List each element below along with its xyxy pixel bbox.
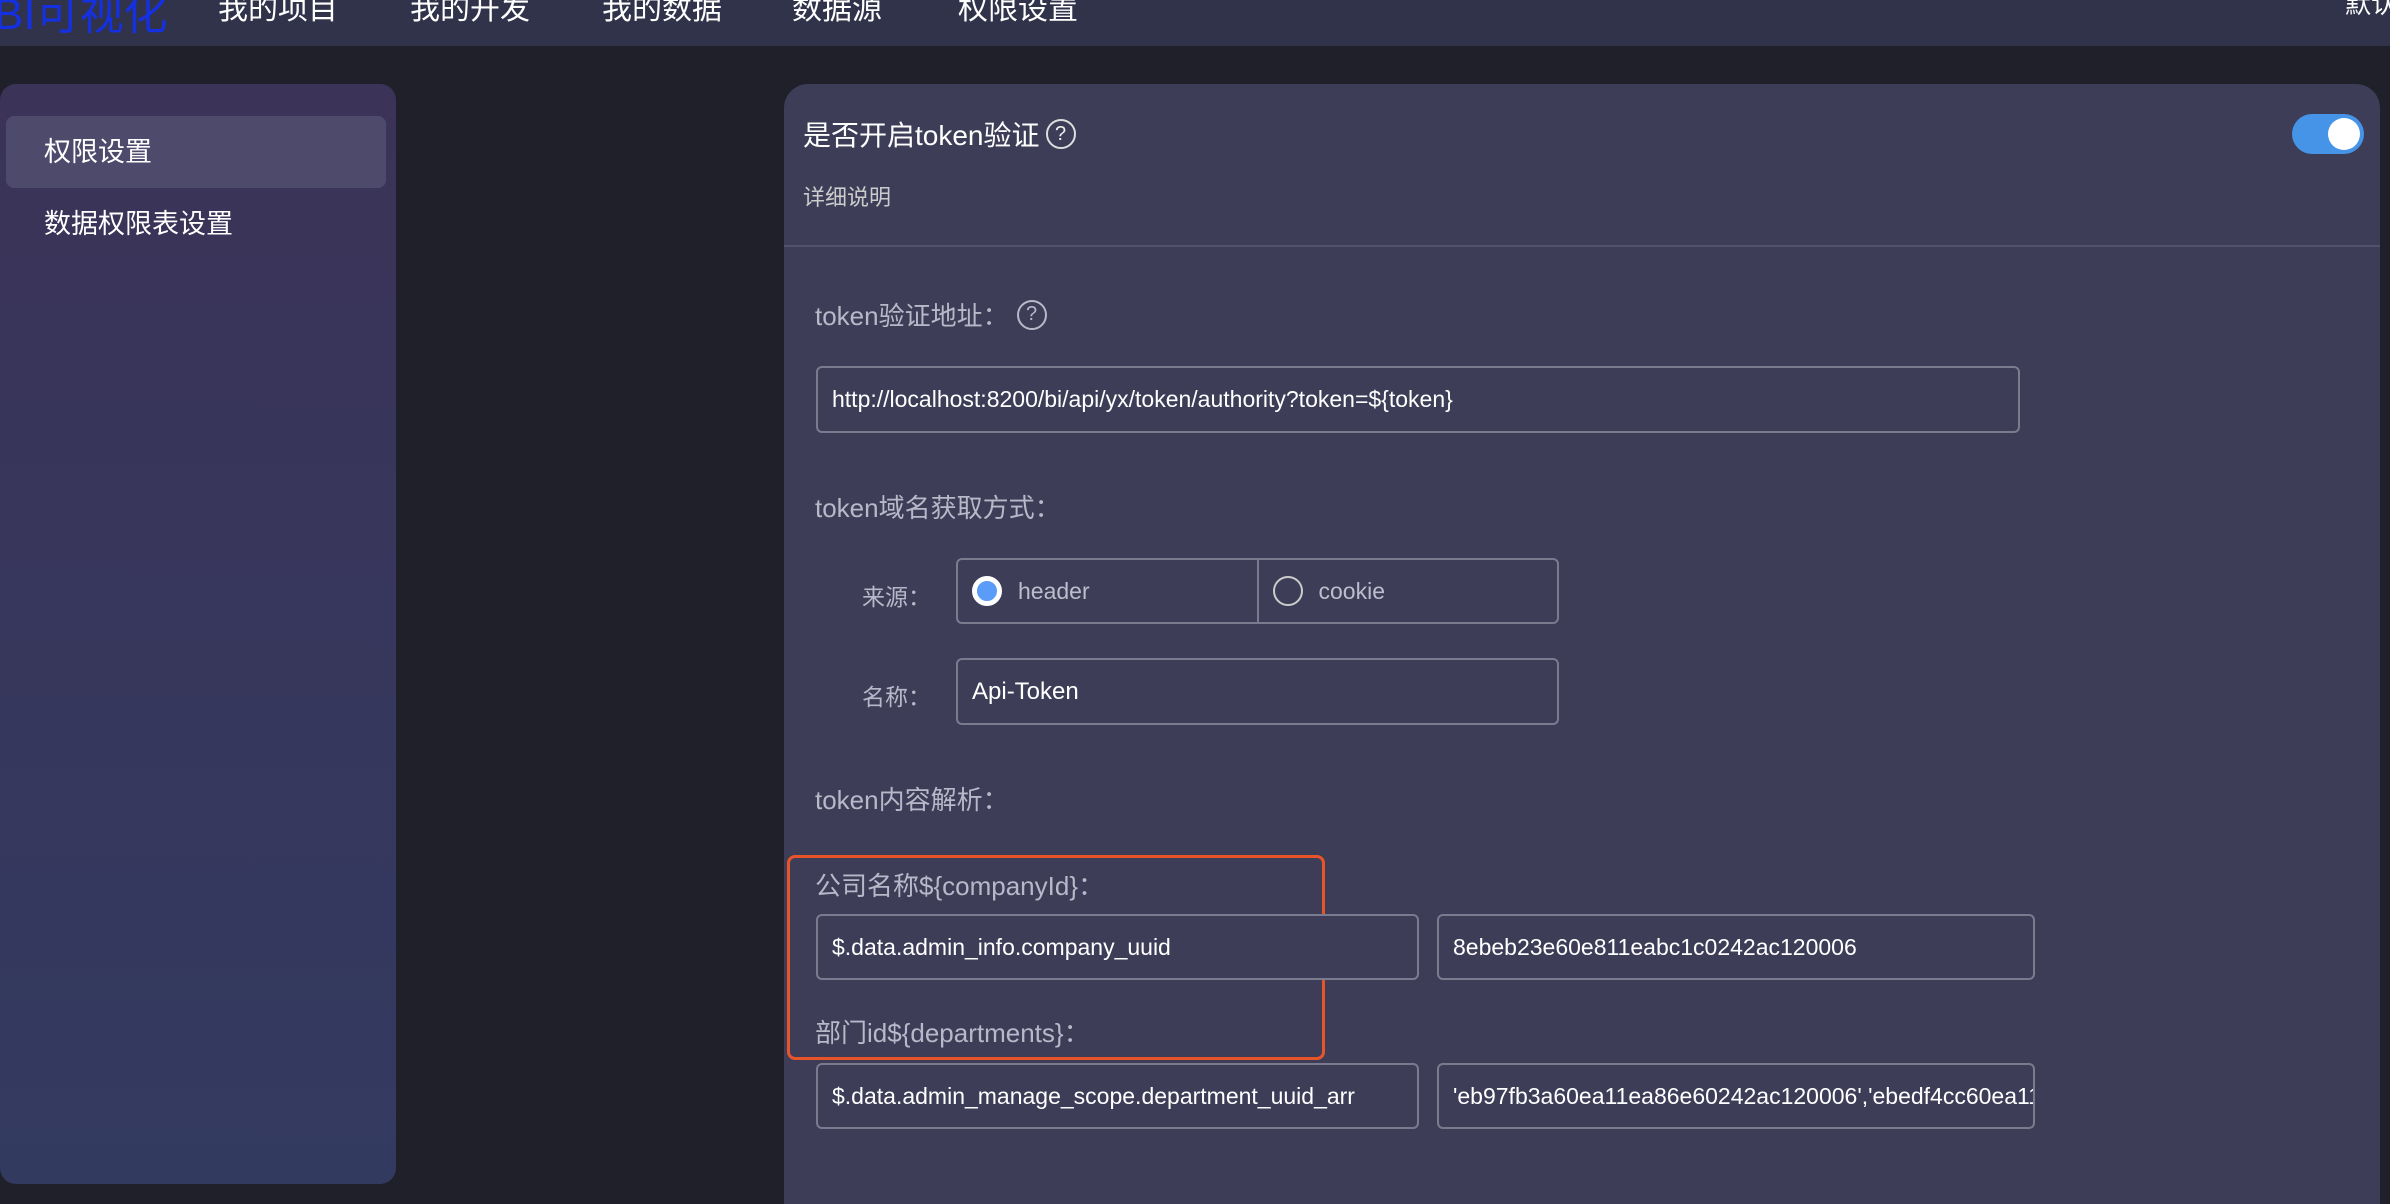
sidebar-item-permissions[interactable]: 权限设置 (6, 116, 386, 188)
radio-checked-icon (972, 576, 1002, 606)
company-path-input[interactable]: $.data.admin_info.company_uuid (816, 914, 1419, 980)
verify-url-input[interactable]: http://localhost:8200/bi/api/yx/token/au… (816, 366, 2020, 433)
radio-unchecked-icon (1272, 576, 1303, 606)
title-text: 是否开启token验证 (803, 120, 1040, 151)
details-link[interactable]: 详细说明 (803, 180, 891, 212)
name-label: 名称： (862, 684, 931, 710)
radio-label: cookie (1318, 577, 1385, 604)
source-radio-group: header cookie (956, 558, 1559, 624)
nav-my-projects[interactable]: 我的项目 (218, 0, 338, 28)
company-field-label: 公司名称${companyId}： (815, 871, 1105, 901)
nav-my-dev[interactable]: 我的开发 (410, 0, 530, 28)
user-menu[interactable]: 默认 (2345, 0, 2390, 21)
token-toggle-title: 是否开启token验证? (803, 114, 1076, 154)
source-label: 来源： (862, 584, 931, 610)
token-toggle[interactable] (2292, 114, 2364, 154)
divider (784, 245, 2380, 247)
nav-my-data[interactable]: 我的数据 (602, 0, 722, 28)
department-field-label: 部门id${departments}： (815, 1018, 1090, 1048)
sidebar-item-data-permission-table[interactable]: 数据权限表设置 (6, 188, 386, 260)
company-value-input[interactable]: 8ebeb23e60e811eabc1c0242ac120006 (1437, 914, 2035, 980)
sidebar: 权限设置 数据权限表设置 (0, 84, 396, 1184)
help-icon[interactable]: ? (1045, 119, 1076, 149)
name-input[interactable]: Api-Token (956, 658, 1559, 725)
help-icon[interactable]: ? (1016, 299, 1047, 330)
department-value-input[interactable]: 'eb97fb3a60ea11ea86e60242ac120006','ebed… (1437, 1063, 2035, 1129)
toggle-knob (2328, 118, 2360, 150)
nav-datasource[interactable]: 数据源 (792, 0, 882, 28)
app-logo[interactable]: BI可视化 (0, 0, 168, 42)
radio-cookie[interactable]: cookie (1256, 560, 1558, 622)
nav-permissions[interactable]: 权限设置 (958, 0, 1078, 28)
top-nav: BI可视化 我的项目 我的开发 我的数据 数据源 权限设置 默认 (0, 0, 2390, 46)
radio-header[interactable]: header (958, 560, 1257, 622)
parse-label: token内容解析： (815, 785, 1009, 815)
verify-url-label: token验证地址：? (815, 296, 1047, 333)
department-path-input[interactable]: $.data.admin_manage_scope.department_uui… (816, 1063, 1419, 1129)
domain-label: token域名获取方式： (815, 493, 1061, 523)
label-text: token验证地址： (815, 301, 1009, 331)
radio-label: header (1018, 577, 1090, 604)
